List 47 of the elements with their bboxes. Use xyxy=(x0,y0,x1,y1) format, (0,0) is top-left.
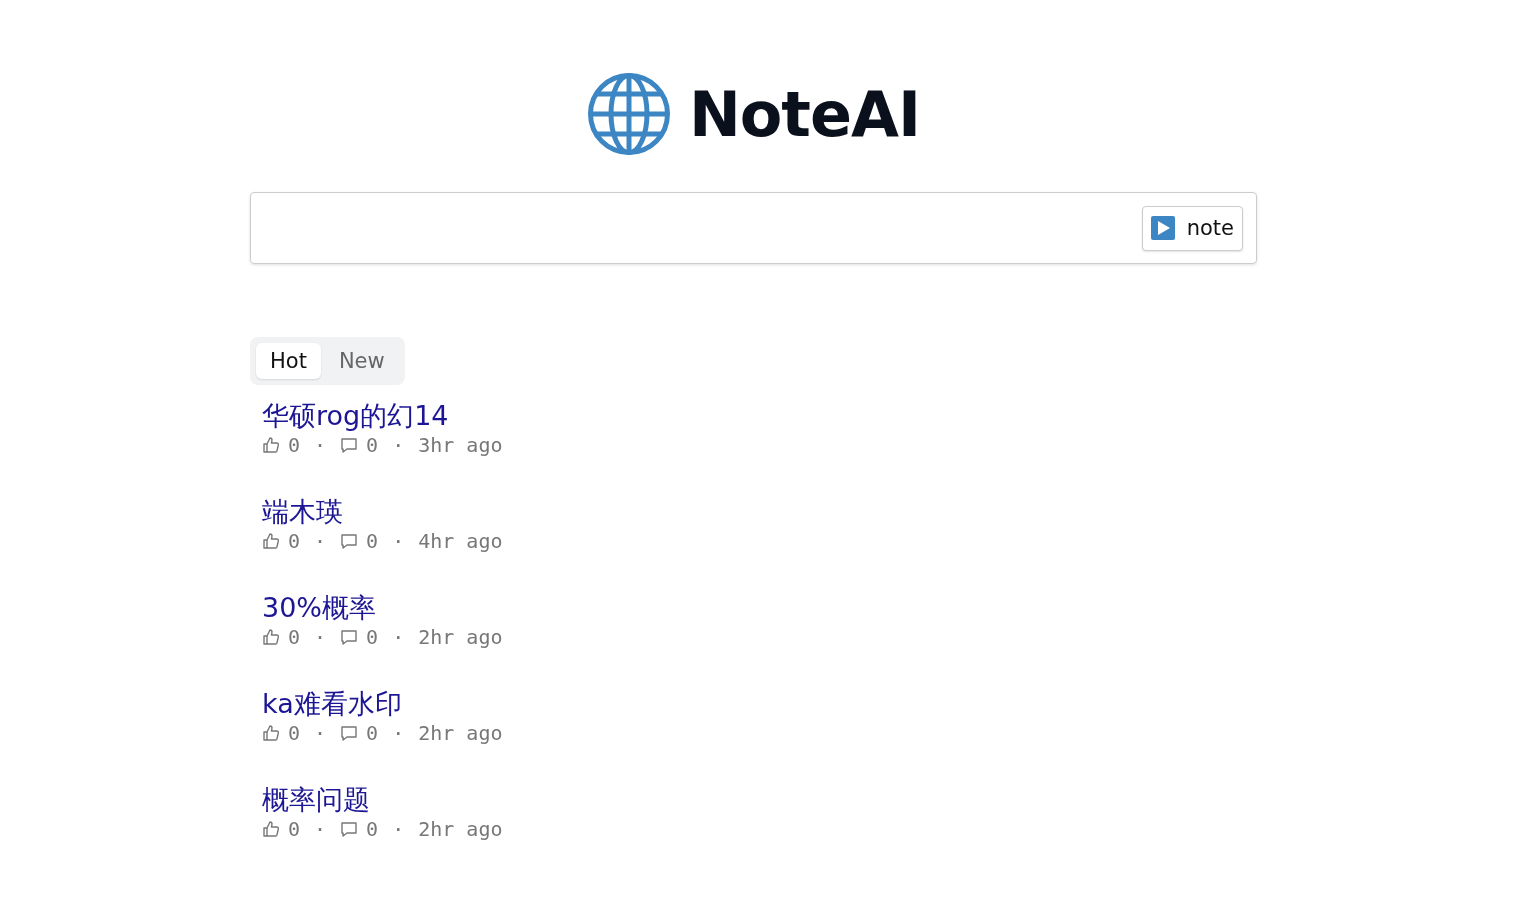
comment-icon xyxy=(340,532,359,550)
note-button[interactable]: note xyxy=(1141,205,1243,251)
post-title-link[interactable]: 概率问题 xyxy=(262,783,370,817)
post-time: 2hr ago xyxy=(418,721,503,745)
like-count: 0 xyxy=(288,625,301,649)
post-time: 4hr ago xyxy=(418,529,503,553)
separator-dot: · xyxy=(391,625,406,649)
thumbs-up-icon xyxy=(262,820,280,838)
like-count: 0 xyxy=(288,433,301,457)
post-time: 2hr ago xyxy=(418,625,503,649)
separator-dot: · xyxy=(391,721,406,745)
post-time: 3hr ago xyxy=(418,433,503,457)
comment-icon xyxy=(340,820,359,838)
post-time: 2hr ago xyxy=(418,817,503,841)
thumbs-up-icon xyxy=(262,436,280,454)
post-title-link[interactable]: 端木瑛 xyxy=(262,495,343,529)
tab[interactable]: Hot xyxy=(256,343,321,379)
separator-dot: · xyxy=(391,433,406,457)
separator-dot: · xyxy=(391,817,406,841)
comment-icon xyxy=(340,436,359,454)
comment-count: 0 xyxy=(366,625,379,649)
comment-count: 0 xyxy=(366,433,379,457)
comment-icon xyxy=(340,724,359,742)
separator-dot: · xyxy=(313,529,328,553)
thumbs-up-icon xyxy=(262,724,280,742)
note-input-field[interactable]: note xyxy=(250,192,1257,264)
comment-icon xyxy=(340,628,359,646)
comment-count: 0 xyxy=(366,817,379,841)
thumbs-up-icon xyxy=(262,628,280,646)
globe-icon xyxy=(586,72,671,156)
comment-count: 0 xyxy=(366,529,379,553)
thumbs-up-icon xyxy=(262,532,280,550)
post-title-link[interactable]: ka难看水印 xyxy=(262,687,402,721)
comment-count: 0 xyxy=(366,721,379,745)
post-title-link[interactable]: 30%概率 xyxy=(262,591,376,625)
play-icon xyxy=(1150,216,1175,240)
separator-dot: · xyxy=(391,529,406,553)
separator-dot: · xyxy=(313,433,328,457)
app-title: NoteAI xyxy=(688,77,921,151)
separator-dot: · xyxy=(313,721,328,745)
tab[interactable]: New xyxy=(324,343,399,379)
separator-dot: · xyxy=(313,625,328,649)
post-title-link[interactable]: 华硕rog的幻14 xyxy=(262,399,449,433)
like-count: 0 xyxy=(288,721,301,745)
separator-dot: · xyxy=(313,817,328,841)
like-count: 0 xyxy=(288,817,301,841)
like-count: 0 xyxy=(288,529,301,553)
